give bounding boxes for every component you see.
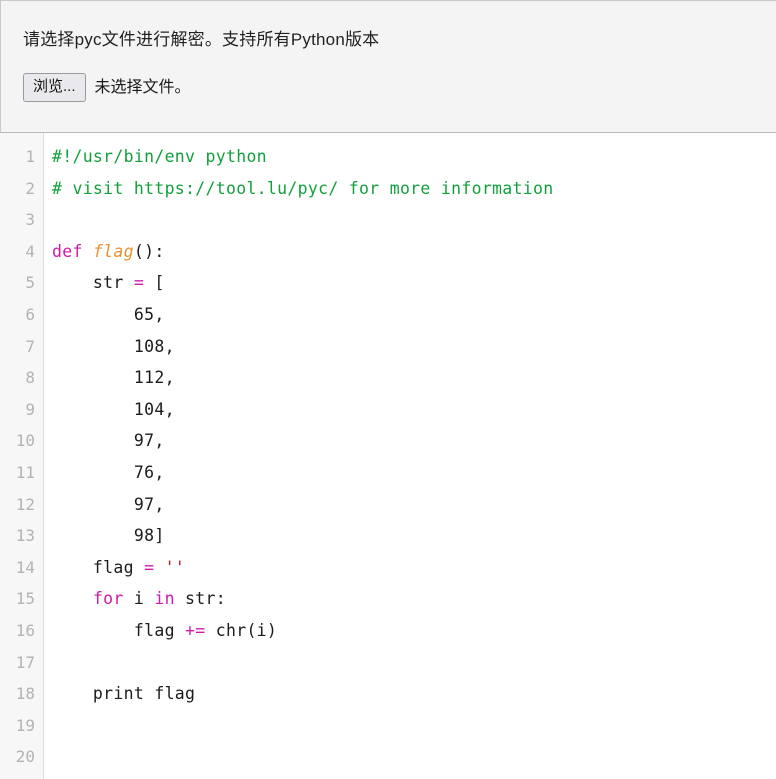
code-token-plain: 98]	[52, 526, 165, 546]
code-token-comment: # visit https://tool.lu/pyc/ for more in…	[52, 178, 554, 198]
code-token-string: ''	[164, 557, 186, 577]
line-number: 2	[25, 178, 35, 198]
code-line: 98]	[52, 520, 776, 552]
code-token-fname: flag	[92, 241, 134, 261]
code-token-plain: 108,	[52, 336, 175, 356]
line-number: 5	[25, 273, 35, 293]
line-number-gutter: 1 2 3 4 5 6 7 8 9 10 11 12 13 14 15 16 17 18 19 20	[0, 133, 44, 779]
line-number: 18	[15, 684, 35, 704]
line-number: 1	[25, 147, 35, 166]
code-line: str = [	[52, 267, 776, 299]
line-number: 11	[15, 462, 35, 482]
line-number: 7	[25, 336, 35, 356]
code-token-plain: str:	[174, 589, 226, 609]
line-number: 20	[15, 747, 35, 767]
code-line: 97,	[52, 489, 776, 521]
code-token-plain: 104,	[52, 399, 175, 419]
code-line: 108,	[52, 331, 776, 363]
line-number: 9	[25, 399, 35, 419]
code-line: 97,	[52, 425, 776, 457]
file-picker-row: 浏览... 未选择文件。	[23, 73, 776, 102]
code-token-plain: 97,	[52, 431, 165, 451]
code-line: 112,	[52, 362, 776, 394]
line-number: 12	[15, 494, 35, 514]
line-number: 14	[15, 557, 35, 577]
code-token-op: =	[133, 273, 145, 293]
line-number: 4	[25, 241, 35, 261]
code-line: for i in str:	[52, 583, 776, 615]
code-line: flag = ''	[52, 552, 776, 584]
code-line: flag += chr(i)	[52, 615, 776, 647]
code-token-keyword: def	[52, 241, 83, 261]
pyc-upload-panel: 请选择pyc文件进行解密。支持所有Python版本 浏览... 未选择文件。	[0, 0, 776, 133]
code-token-plain: flag	[52, 557, 145, 577]
line-number: 13	[15, 526, 35, 546]
browse-file-button[interactable]: 浏览...	[23, 73, 86, 102]
code-line: 65,	[52, 299, 776, 331]
code-token-plain: 76,	[52, 462, 165, 482]
line-number: 6	[25, 304, 35, 324]
line-number: 16	[15, 620, 35, 640]
page-title: 请选择pyc文件进行解密。支持所有Python版本	[23, 30, 380, 49]
code-token-plain: print flag	[52, 684, 196, 704]
code-line: #!/usr/bin/env python	[52, 141, 776, 173]
line-number: 15	[15, 589, 35, 609]
code-line: print flag	[52, 678, 776, 710]
code-line: 104,	[52, 394, 776, 426]
selected-file-status: 未选择文件。	[94, 78, 191, 96]
code-line: # visit https://tool.lu/pyc/ for more in…	[52, 173, 776, 205]
code-token-comment: #!/usr/bin/env python	[52, 147, 267, 166]
code-token-plain: 97,	[52, 494, 165, 514]
code-token-plain: 112,	[52, 368, 175, 388]
line-number: 17	[15, 652, 35, 672]
code-token-plain: chr(i)	[205, 620, 278, 640]
decompiled-code-viewer[interactable]: 1 2 3 4 5 6 7 8 9 10 11 12 13 14 15 16 17 18 19 20 #!/usr/b…	[0, 133, 776, 779]
code-token-plain: ():	[133, 241, 165, 261]
code-content-area[interactable]: #!/usr/bin/env python # visit https://too…	[44, 133, 776, 779]
code-token-keyword: in	[154, 589, 175, 609]
line-number: 19	[15, 715, 35, 735]
line-number: 10	[15, 431, 35, 451]
line-number: 3	[25, 210, 35, 230]
code-token-keyword: for	[92, 589, 124, 609]
code-token-op: +=	[185, 620, 206, 640]
code-token-plain: str	[52, 273, 134, 293]
code-token-plain: flag	[52, 620, 186, 640]
code-token-op: =	[144, 557, 155, 577]
code-token-plain: [	[144, 273, 165, 293]
code-token-plain: i	[123, 589, 155, 609]
code-line: 76,	[52, 457, 776, 489]
code-token-plain: 65,	[52, 304, 165, 324]
code-line: def flag():	[52, 236, 776, 268]
line-number: 8	[25, 368, 35, 388]
